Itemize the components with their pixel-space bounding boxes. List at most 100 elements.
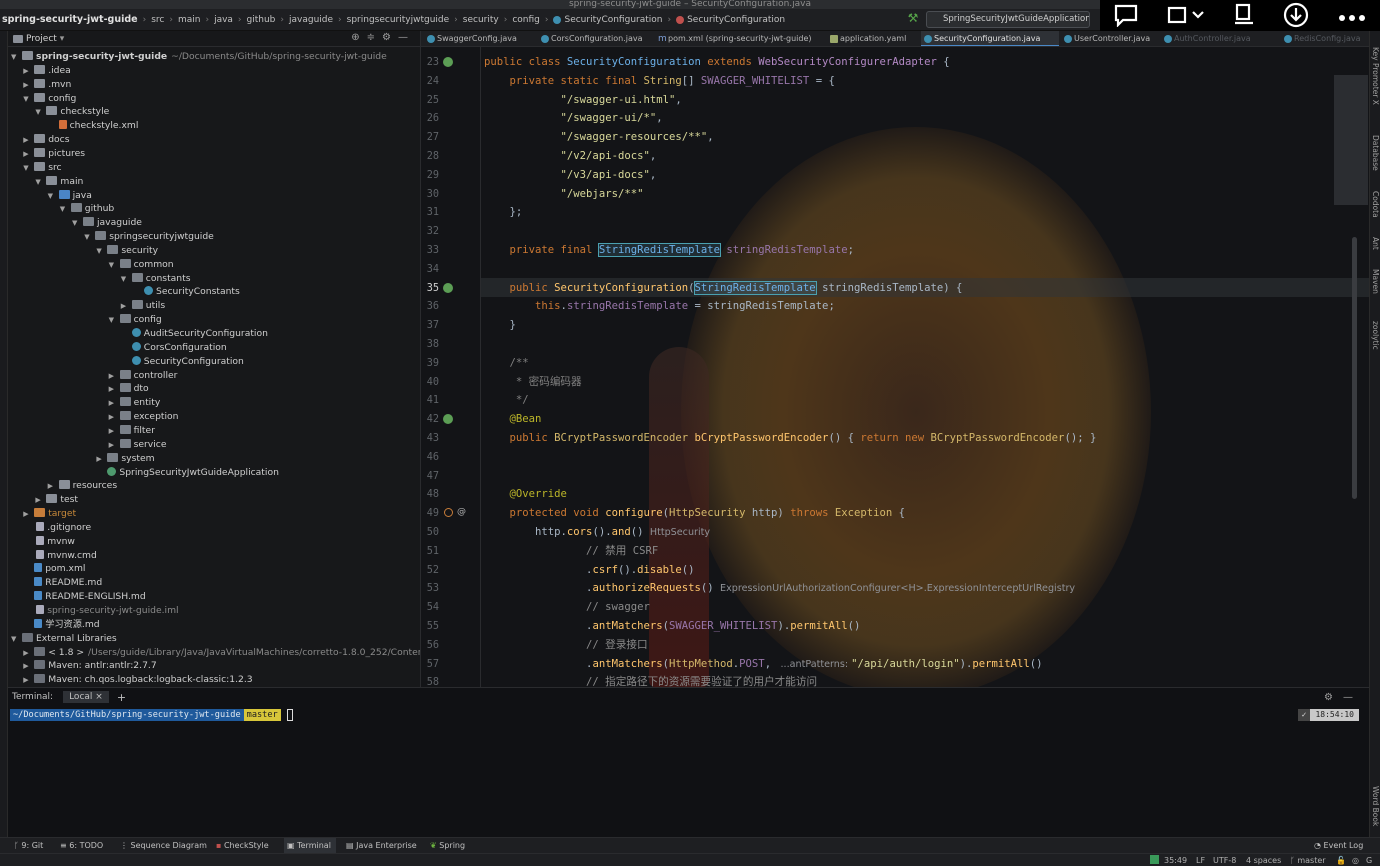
- event-log-button[interactable]: ◔ Event Log: [1314, 838, 1363, 854]
- new-terminal-button[interactable]: +: [117, 691, 126, 704]
- code-line[interactable]: .antMatchers(SWAGGER_WHITELIST).permitAl…: [484, 617, 860, 636]
- code-line[interactable]: .csrf().disable(): [484, 561, 694, 580]
- tool-window-spring[interactable]: ❦ Spring: [430, 838, 465, 854]
- breadcrumb-item[interactable]: SecurityConfiguration: [687, 15, 785, 25]
- chevron-down-icon[interactable]: ▼: [11, 632, 22, 646]
- code-line[interactable]: "/webjars/**": [484, 185, 644, 204]
- annotation-icon[interactable]: @: [457, 507, 467, 517]
- tree-item[interactable]: ▼ java: [48, 189, 92, 203]
- run-configuration-select[interactable]: SpringSecurityJwtGuideApplication ▾: [926, 11, 1090, 28]
- tree-item[interactable]: mvnw.cmd: [23, 549, 97, 563]
- lock-icon[interactable]: 🔓: [1336, 854, 1346, 866]
- inspection-icon[interactable]: ◎: [1352, 854, 1359, 866]
- editor-tab[interactable]: m pom.xml (spring-security-jwt-guide): [655, 31, 825, 46]
- code-line[interactable]: */: [484, 391, 529, 410]
- code-line[interactable]: };: [484, 203, 523, 222]
- chevron-down-icon[interactable]: ▼: [60, 202, 71, 216]
- chevron-down-icon[interactable]: ▼: [109, 313, 120, 327]
- tree-item[interactable]: ▶ Maven: antlr:antlr:2.7.7: [23, 659, 157, 673]
- tool-window-key-promoter[interactable]: Key Promoter X: [1371, 47, 1380, 105]
- breadcrumb-item[interactable]: java: [214, 15, 233, 25]
- chevron-right-icon[interactable]: ▶: [23, 673, 34, 687]
- line-number[interactable]: 58: [421, 673, 439, 687]
- tool-window-zoolytic[interactable]: zoolytic: [1371, 321, 1380, 350]
- line-number[interactable]: 53: [421, 579, 439, 598]
- line-number[interactable]: 47: [421, 467, 439, 486]
- code-line[interactable]: * 密码编码器: [484, 373, 582, 392]
- tree-item[interactable]: ▶ < 1.8 >/Users/guide/Library/Java/JavaVi…: [23, 646, 420, 660]
- project-panel-toolbar[interactable]: ⊕≑⚙—: [351, 32, 415, 43]
- tree-item[interactable]: ▼ spring-security-jwt-guide ~/Documents/Gi…: [11, 50, 387, 64]
- chevron-down-icon[interactable]: ▼: [96, 244, 107, 258]
- code-line[interactable]: // 禁用 CSRF: [484, 542, 658, 561]
- chevron-right-icon[interactable]: ▶: [121, 299, 132, 313]
- tool-window-ant[interactable]: Ant: [1371, 237, 1380, 250]
- tree-item[interactable]: ▶ exception: [109, 410, 179, 424]
- line-number[interactable]: 56: [421, 636, 439, 655]
- speech-bubble-icon[interactable]: [1113, 3, 1139, 32]
- editor-scrollbar[interactable]: [1352, 237, 1357, 499]
- chevron-down-icon[interactable]: ▼: [23, 92, 34, 106]
- code-line[interactable]: "/swagger-resources/**",: [484, 128, 714, 147]
- tree-item[interactable]: checkstyle.xml: [48, 119, 138, 133]
- tree-item[interactable]: ▶ .idea: [23, 64, 71, 78]
- code-line[interactable]: "/v2/api-docs",: [484, 147, 657, 166]
- download-icon[interactable]: [1282, 1, 1310, 34]
- tree-item[interactable]: ▶ Maven: ch.qos.logback:logback-classic:1…: [23, 673, 253, 687]
- tree-item[interactable]: ▶ dto: [109, 382, 149, 396]
- tool-window-java-enterprise[interactable]: ▤ Java Enterprise: [346, 838, 417, 854]
- tree-item[interactable]: ▼ config: [23, 92, 76, 106]
- device-icon[interactable]: [1232, 3, 1256, 32]
- editor-tab[interactable]: CorsConfiguration.java: [538, 31, 653, 46]
- code-line[interactable]: public SecurityConfiguration(StringRedis…: [484, 279, 962, 298]
- line-number[interactable]: 42: [421, 410, 439, 429]
- tree-item[interactable]: ▼ checkstyle: [35, 105, 109, 119]
- line-number[interactable]: 41: [421, 391, 439, 410]
- tree-item[interactable]: README.md: [23, 576, 102, 590]
- close-icon[interactable]: ×: [95, 692, 103, 702]
- line-number[interactable]: 38: [421, 335, 439, 354]
- tree-item[interactable]: CorsConfiguration: [121, 341, 227, 355]
- tree-item[interactable]: ▼ src: [23, 161, 62, 175]
- tree-item[interactable]: ▶ utils: [121, 299, 165, 313]
- chevron-right-icon[interactable]: ▶: [23, 646, 34, 660]
- spring-bean-icon[interactable]: [443, 282, 453, 293]
- chevron-down-icon[interactable]: ▼: [23, 161, 34, 175]
- line-number[interactable]: 33: [421, 241, 439, 260]
- tree-item[interactable]: ▶ controller: [109, 369, 177, 383]
- tree-item[interactable]: SpringSecurityJwtGuideApplication: [96, 466, 279, 480]
- line-number[interactable]: 50: [421, 523, 439, 542]
- line-number[interactable]: 51: [421, 542, 439, 561]
- code-line[interactable]: http.cors().and() HttpSecurity: [484, 523, 710, 542]
- code-line[interactable]: }: [484, 316, 516, 335]
- chevron-right-icon[interactable]: ▶: [23, 507, 34, 521]
- chevron-down-icon[interactable]: ▼: [35, 105, 46, 119]
- terminal-tab-local[interactable]: Local ×: [63, 691, 109, 703]
- tool-window-todo[interactable]: ≡ 6: TODO: [60, 838, 103, 854]
- tree-item[interactable]: ▶ .mvn: [23, 78, 71, 92]
- line-number[interactable]: 32: [421, 222, 439, 241]
- tree-item[interactable]: SecurityConstants: [133, 285, 240, 299]
- tool-window-git[interactable]: ᚴ 9: Git: [14, 838, 43, 854]
- window-capture-icon[interactable]: [1166, 4, 1206, 31]
- editor-tab[interactable]: RedisConfig.java: [1281, 31, 1369, 46]
- spring-bean-icon[interactable]: [443, 414, 453, 425]
- chevron-right-icon[interactable]: ▶: [109, 396, 120, 410]
- line-number[interactable]: 48: [421, 485, 439, 504]
- code-line[interactable]: public BCryptPasswordEncoder bCryptPassw…: [484, 429, 1097, 448]
- tree-item[interactable]: mvnw: [23, 535, 75, 549]
- tree-item[interactable]: spring-security-jwt-guide.iml: [23, 604, 179, 618]
- tool-window-sequence-diagram[interactable]: ⋮ Sequence Diagram: [120, 838, 207, 854]
- line-number[interactable]: 29: [421, 166, 439, 185]
- chevron-right-icon[interactable]: ▶: [109, 438, 120, 452]
- file-encoding[interactable]: UTF-8: [1213, 854, 1236, 866]
- chevron-down-icon[interactable]: ▼: [72, 216, 83, 230]
- tree-item[interactable]: .gitignore: [23, 521, 91, 535]
- tree-item[interactable]: ▶ service: [109, 438, 167, 452]
- chevron-down-icon[interactable]: ▼: [11, 50, 22, 64]
- code-line[interactable]: "/v3/api-docs",: [484, 166, 657, 185]
- code-line[interactable]: "/swagger-ui/*",: [484, 109, 663, 128]
- tree-item[interactable]: ▶ entity: [109, 396, 160, 410]
- line-number[interactable]: 28: [421, 147, 439, 166]
- git-branch-widget[interactable]: ᚴ master: [1290, 854, 1326, 866]
